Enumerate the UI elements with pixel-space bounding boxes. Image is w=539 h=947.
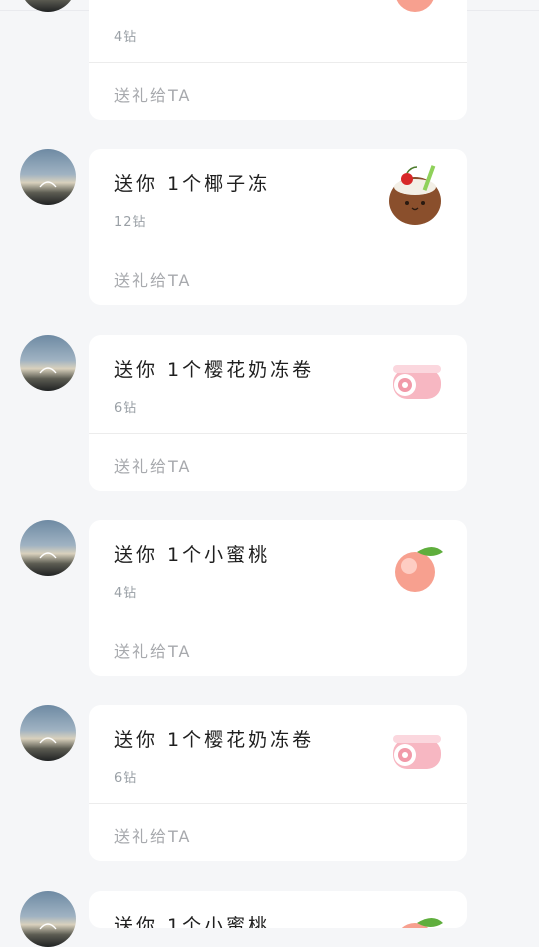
send-gift-button[interactable]: 送礼给TA — [114, 82, 191, 106]
gift-price: 6钻 — [114, 401, 138, 416]
gift-price: 12钻 — [114, 215, 147, 230]
gift-price: 6钻 — [114, 771, 138, 786]
gift-card[interactable]: 送你 1个小蜜桃 — [89, 891, 467, 928]
gift-title: 送你 1个樱花奶冻卷 — [114, 359, 315, 381]
avatar[interactable] — [20, 149, 76, 205]
gift-card[interactable]: 送你 1个椰子冻 12钻 送礼给TA — [89, 149, 467, 305]
gift-card[interactable]: 送你 1个樱花奶冻卷 6钻 送礼给TA — [89, 335, 467, 491]
avatar[interactable] — [20, 891, 76, 947]
coconut-jelly-icon — [385, 163, 451, 229]
gift-card[interactable]: 送你 1个小蜜桃 4钻 送礼给TA — [89, 520, 467, 676]
peach-icon — [385, 905, 451, 928]
gift-title: 送你 1个小蜜桃 — [114, 915, 271, 928]
avatar[interactable] — [20, 520, 76, 576]
send-gift-button[interactable]: 送礼给TA — [114, 453, 191, 477]
sakura-roll-icon — [385, 349, 451, 415]
avatar[interactable] — [20, 335, 76, 391]
send-gift-button[interactable]: 送礼给TA — [114, 638, 191, 662]
gift-title: 送你 1个樱花奶冻卷 — [114, 729, 315, 751]
gift-title: 送你 1个小蜜桃 — [114, 544, 271, 566]
avatar[interactable] — [20, 0, 76, 12]
card-divider — [89, 62, 467, 63]
peach-icon — [385, 534, 451, 600]
gift-card[interactable]: 4钻 送礼给TA — [89, 0, 467, 120]
peach-icon — [385, 0, 451, 20]
card-divider — [89, 433, 467, 434]
card-divider — [89, 803, 467, 804]
avatar[interactable] — [20, 705, 76, 761]
gift-title: 送你 1个椰子冻 — [114, 173, 271, 195]
sakura-roll-icon — [385, 719, 451, 785]
send-gift-button[interactable]: 送礼给TA — [114, 823, 191, 847]
send-gift-button[interactable]: 送礼给TA — [114, 267, 191, 291]
gift-price: 4钻 — [114, 586, 138, 601]
gift-card[interactable]: 送你 1个樱花奶冻卷 6钻 送礼给TA — [89, 705, 467, 861]
gift-price: 4钻 — [114, 30, 138, 45]
